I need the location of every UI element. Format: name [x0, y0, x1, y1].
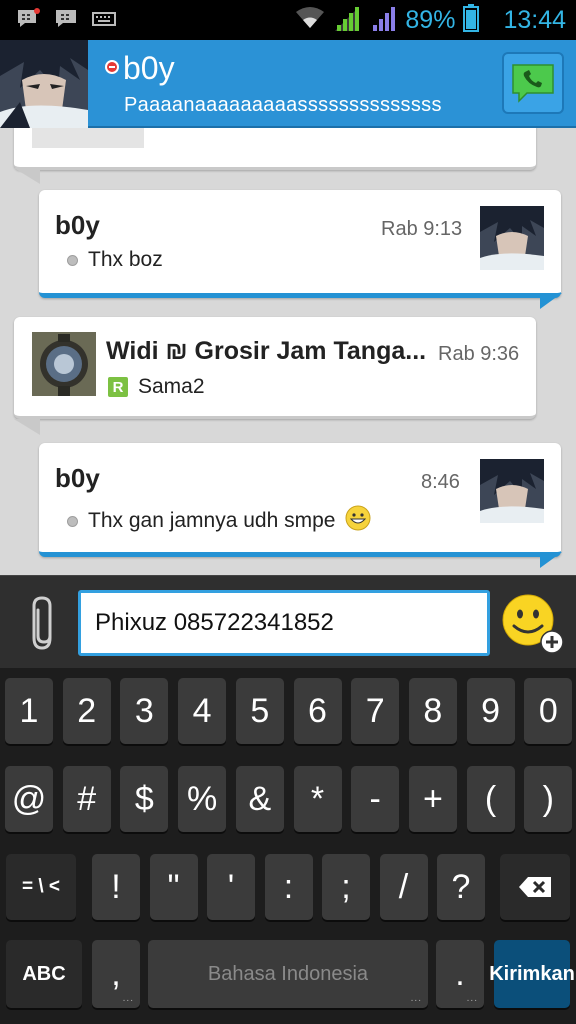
message-body: Sama2 — [138, 375, 205, 398]
comma-key-label: , — [111, 954, 121, 993]
message-time: Rab 9:13 — [381, 218, 463, 240]
number-key-6[interactable]: 7 — [351, 678, 400, 744]
send-key[interactable]: Kirimkan — [489, 940, 575, 1008]
battery-icon — [463, 4, 480, 36]
number-key-0[interactable]: 1 — [5, 678, 53, 744]
bubble-tail — [14, 168, 40, 184]
symbol-key-3[interactable]: % — [178, 766, 227, 832]
message-text: Thx gan jamnya udh smpe — [67, 505, 371, 537]
symbol-key-2[interactable]: $ — [120, 766, 169, 832]
number-key-2[interactable]: 3 — [120, 678, 169, 744]
sender-name: Widi ₪ Grosir Jam Tanga... — [106, 337, 427, 365]
message-input[interactable]: Phixuz 085722341852 — [78, 590, 490, 656]
symbol-key-row3-6[interactable]: / — [379, 854, 428, 920]
compose-bar: Phixuz 085722341852 — [0, 575, 576, 668]
number-key-8[interactable]: 9 — [466, 678, 515, 744]
backspace-key[interactable] — [500, 854, 570, 920]
wifi-icon — [295, 6, 325, 34]
period-key[interactable]: .... — [436, 940, 484, 1008]
message-bubble[interactable]: b0y Rab 9:13 Thx boz — [39, 190, 561, 298]
contact-avatar[interactable] — [0, 40, 88, 128]
symbol-key-7[interactable]: + — [408, 766, 457, 832]
battery-percent: 89% — [405, 5, 456, 34]
symbol-key-row3-3[interactable]: ' — [207, 854, 255, 920]
message-time: Rab 9:36 — [438, 343, 520, 365]
contact-name: b0y — [123, 50, 175, 86]
space-key[interactable]: Bahasa Indonesia... — [148, 940, 428, 1008]
message-body: Thx boz — [88, 248, 163, 271]
smiley-add-icon — [502, 594, 564, 654]
attach-button[interactable] — [22, 594, 66, 654]
symbol-key-row3-1[interactable]: ! — [92, 854, 140, 920]
bbm-icon — [54, 8, 78, 30]
message-time: 8:46 — [421, 471, 460, 493]
read-status-icon — [67, 254, 78, 266]
message-bubble[interactable]: b0y 8:46 Thx gan jamnya udh smpe — [39, 443, 561, 557]
message-bubble[interactable]: Widi ₪ Grosir Jam Tanga... Rab 9:36 R Sa… — [14, 317, 536, 419]
keyboard-icon — [92, 8, 116, 30]
number-key-3[interactable]: 4 — [178, 678, 227, 744]
symbol-key-row3-2[interactable]: " — [149, 854, 198, 920]
bbm-notification-icon — [16, 8, 40, 30]
more-symbols-key[interactable]: = \ < — [6, 854, 76, 920]
read-status-icon — [67, 515, 78, 527]
symbol-key-1[interactable]: # — [62, 766, 111, 832]
symbol-key-9[interactable]: ) — [524, 766, 573, 832]
abc-key[interactable]: ABC — [6, 940, 82, 1008]
grin-emoji-icon — [345, 505, 371, 537]
sender-name: b0y — [55, 463, 100, 493]
bubble-tail — [540, 293, 562, 309]
chat-header: b0y Paaaanaaaaaaaaassssssssssssss — [0, 40, 576, 128]
comma-key[interactable]: ,... — [92, 940, 140, 1008]
paperclip-icon — [32, 596, 52, 650]
emoji-picker-button[interactable] — [500, 590, 566, 656]
signal-icon — [333, 5, 361, 35]
symbol-key-8[interactable]: ( — [466, 766, 515, 832]
voice-call-button[interactable] — [502, 52, 564, 114]
on-screen-keyboard: ABC ,... Bahasa Indonesia... .... Kirimk… — [0, 668, 576, 1024]
bubble-tail — [14, 419, 40, 435]
sender-name: b0y — [55, 210, 100, 240]
number-key-4[interactable]: 5 — [235, 678, 284, 744]
phone-icon — [512, 64, 554, 103]
symbol-key-4[interactable]: & — [235, 766, 284, 832]
number-key-1[interactable]: 2 — [62, 678, 111, 744]
symbol-key-row3-4[interactable]: : — [264, 854, 313, 920]
message-list[interactable]: b0y Rab 9:13 Thx boz Widi ₪ Grosir Jam T… — [0, 128, 576, 575]
symbol-key-0[interactable]: @ — [5, 766, 53, 832]
sender-avatar[interactable] — [480, 206, 544, 270]
number-key-5[interactable]: 6 — [293, 678, 342, 744]
number-key-9[interactable]: 0 — [524, 678, 573, 744]
symbol-key-row3-5[interactable]: ; — [322, 854, 370, 920]
message-bubble-previous[interactable] — [14, 128, 536, 170]
busy-status-icon — [105, 60, 119, 74]
period-key-label: . — [455, 954, 465, 993]
sender-avatar[interactable] — [480, 459, 544, 523]
sender-avatar[interactable] — [32, 332, 96, 396]
symbol-key-5[interactable]: * — [293, 766, 342, 832]
read-receipt-icon: R — [108, 377, 128, 397]
message-text: R Sama2 — [108, 375, 205, 399]
signal-icon-2 — [369, 5, 397, 35]
bubble-tail — [540, 552, 562, 568]
number-key-7[interactable]: 8 — [408, 678, 457, 744]
message-text: Thx boz — [67, 248, 163, 272]
image-thumbnail — [32, 128, 144, 148]
message-body: Thx gan jamnya udh smpe — [88, 509, 336, 532]
backspace-icon — [519, 877, 551, 897]
status-bar: 89% 13:44 — [0, 0, 576, 40]
symbol-key-6[interactable]: - — [351, 766, 400, 832]
space-key-label: Bahasa Indonesia — [207, 962, 369, 985]
contact-status-message: Paaaanaaaaaaaaassssssssssssss — [124, 94, 442, 116]
symbol-key-row3-7[interactable]: ? — [437, 854, 485, 920]
clock: 13:44 — [503, 5, 566, 34]
